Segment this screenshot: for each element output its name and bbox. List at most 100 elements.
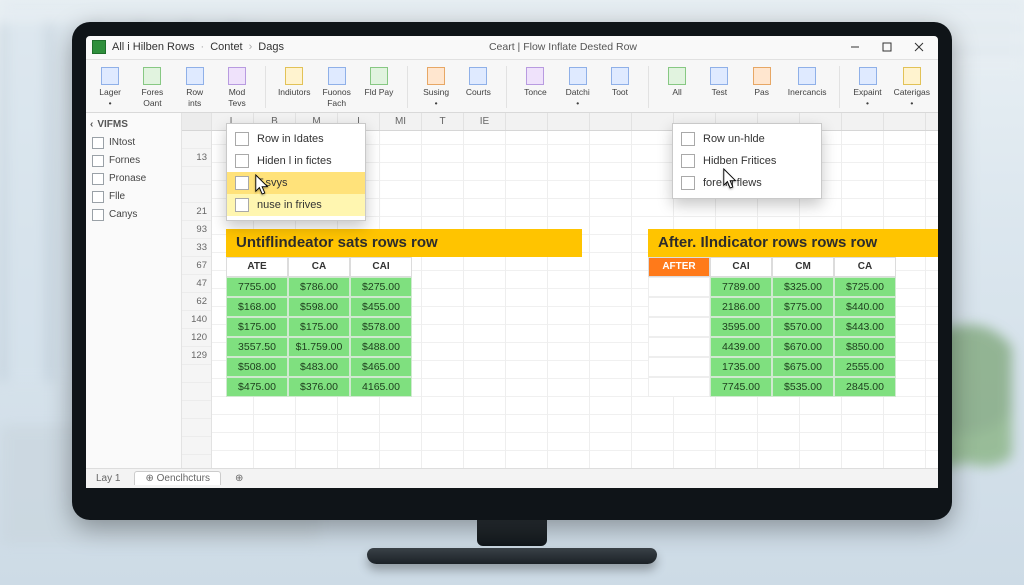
table-cell[interactable] bbox=[648, 317, 710, 337]
row-header[interactable]: 93 bbox=[182, 221, 211, 239]
table-cell[interactable]: $175.00 bbox=[288, 317, 350, 337]
column-header[interactable] bbox=[842, 113, 884, 130]
table-cell[interactable]: $168.00 bbox=[226, 297, 288, 317]
table-cell[interactable]: 4165.00 bbox=[350, 377, 412, 397]
ribbon-button[interactable]: Fuonos Fach bbox=[321, 66, 353, 108]
row-header[interactable] bbox=[182, 167, 211, 185]
side-panel-item[interactable]: Flle bbox=[90, 188, 177, 206]
table-cell[interactable]: $675.00 bbox=[772, 357, 834, 377]
table-cell[interactable]: $670.00 bbox=[772, 337, 834, 357]
ribbon-button[interactable]: Fld Pay bbox=[363, 66, 395, 99]
menu-item[interactable]: fore in flews bbox=[673, 172, 821, 194]
context-menu-left[interactable]: Row in IdatesHiden l in fictesF.svysnuse… bbox=[226, 123, 366, 221]
row-header[interactable]: 129 bbox=[182, 347, 211, 365]
ribbon-button[interactable]: Caterigas • bbox=[894, 66, 930, 108]
table-cell[interactable]: $725.00 bbox=[834, 277, 896, 297]
minimize-button[interactable] bbox=[842, 38, 868, 56]
ribbon-button[interactable]: Indiutors bbox=[278, 66, 311, 99]
column-header[interactable] bbox=[884, 113, 926, 130]
ribbon-button[interactable]: Courts bbox=[462, 66, 494, 99]
table-cell[interactable]: $465.00 bbox=[350, 357, 412, 377]
menu-item[interactable]: F.svys bbox=[227, 172, 365, 194]
ribbon-button[interactable]: Tonce bbox=[519, 66, 551, 99]
row-header[interactable]: 21 bbox=[182, 203, 211, 221]
table-cell[interactable] bbox=[648, 357, 710, 377]
spreadsheet[interactable]: LBMIMITIE 13219333674762140120129 Untifl… bbox=[182, 113, 938, 468]
table-cell[interactable]: 3595.00 bbox=[710, 317, 772, 337]
ribbon-button[interactable]: Inercancis bbox=[788, 66, 827, 99]
row-header[interactable] bbox=[182, 131, 211, 149]
ribbon-button[interactable]: Expaint • bbox=[851, 66, 883, 108]
column-header[interactable] bbox=[548, 113, 590, 130]
table-cell[interactable]: $508.00 bbox=[226, 357, 288, 377]
row-header[interactable]: 62 bbox=[182, 293, 211, 311]
table-cell[interactable]: 3557.50 bbox=[226, 337, 288, 357]
table-cell[interactable] bbox=[648, 337, 710, 357]
ribbon-button[interactable]: All bbox=[661, 66, 693, 99]
row-header[interactable]: 120 bbox=[182, 329, 211, 347]
table-cell[interactable]: $850.00 bbox=[834, 337, 896, 357]
table-cell[interactable]: 4439.00 bbox=[710, 337, 772, 357]
table-cell[interactable] bbox=[648, 377, 710, 397]
table-cell[interactable] bbox=[648, 297, 710, 317]
column-header[interactable]: MI bbox=[380, 113, 422, 130]
ribbon-button[interactable]: Test bbox=[703, 66, 735, 99]
table-cell[interactable]: 7789.00 bbox=[710, 277, 772, 297]
table-cell[interactable]: $578.00 bbox=[350, 317, 412, 337]
ribbon-button[interactable]: Fores Oant bbox=[136, 66, 168, 108]
ribbon-button[interactable]: Row ints bbox=[179, 66, 211, 108]
table-cell[interactable]: $175.00 bbox=[226, 317, 288, 337]
table-cell[interactable]: $483.00 bbox=[288, 357, 350, 377]
add-sheet-button[interactable]: ⊕ bbox=[235, 473, 243, 484]
column-header[interactable]: T bbox=[422, 113, 464, 130]
menu-item[interactable]: nuse in frives bbox=[227, 194, 365, 216]
close-button[interactable] bbox=[906, 38, 932, 56]
menu-item[interactable]: Hidben Fritices bbox=[673, 150, 821, 172]
table-cell[interactable]: $786.00 bbox=[288, 277, 350, 297]
ribbon-button[interactable]: Mod Tevs bbox=[221, 66, 253, 108]
side-panel-item[interactable]: Canys bbox=[90, 206, 177, 224]
table-cell[interactable]: 1735.00 bbox=[710, 357, 772, 377]
table-cell[interactable]: $488.00 bbox=[350, 337, 412, 357]
ribbon-button[interactable]: Datchi • bbox=[562, 66, 594, 108]
context-menu-right[interactable]: Row un-hldeHidben Friticesfore in flews bbox=[672, 123, 822, 199]
row-header[interactable]: 140 bbox=[182, 311, 211, 329]
menu-item[interactable]: Row un-hlde bbox=[673, 128, 821, 150]
table-cell[interactable]: $376.00 bbox=[288, 377, 350, 397]
side-panel-item[interactable]: INtost bbox=[90, 134, 177, 152]
menu-item[interactable]: Hiden l in fictes bbox=[227, 150, 365, 172]
sheet-tab[interactable]: ⊕ Oenclhcturs bbox=[134, 471, 221, 485]
maximize-button[interactable] bbox=[874, 38, 900, 56]
select-all-corner[interactable] bbox=[182, 113, 212, 130]
table-cell[interactable]: $275.00 bbox=[350, 277, 412, 297]
table-cell[interactable]: $775.00 bbox=[772, 297, 834, 317]
table-cell[interactable]: $443.00 bbox=[834, 317, 896, 337]
table-cell[interactable]: 2845.00 bbox=[834, 377, 896, 397]
column-header[interactable]: IE bbox=[464, 113, 506, 130]
table-cell[interactable]: $535.00 bbox=[772, 377, 834, 397]
ribbon-button[interactable]: Susing • bbox=[420, 66, 452, 108]
ribbon-button[interactable]: Toot bbox=[604, 66, 636, 99]
ribbon-button[interactable]: Pas bbox=[746, 66, 778, 99]
table-cell[interactable]: $598.00 bbox=[288, 297, 350, 317]
row-header[interactable]: 67 bbox=[182, 257, 211, 275]
column-header[interactable] bbox=[506, 113, 548, 130]
table-cell[interactable]: $325.00 bbox=[772, 277, 834, 297]
menu-item[interactable]: Row in Idates bbox=[227, 128, 365, 150]
table-cell[interactable]: 2186.00 bbox=[710, 297, 772, 317]
row-header[interactable]: 33 bbox=[182, 239, 211, 257]
table-cell[interactable]: 7745.00 bbox=[710, 377, 772, 397]
side-panel-item[interactable]: Pronase bbox=[90, 170, 177, 188]
table-cell[interactable]: 2555.00 bbox=[834, 357, 896, 377]
column-header[interactable] bbox=[926, 113, 938, 130]
row-header[interactable]: 13 bbox=[182, 149, 211, 167]
side-panel-item[interactable]: Fornes bbox=[90, 152, 177, 170]
table-cell[interactable] bbox=[648, 277, 710, 297]
table-cell[interactable]: $440.00 bbox=[834, 297, 896, 317]
table-cell[interactable]: $475.00 bbox=[226, 377, 288, 397]
table-cell[interactable]: $570.00 bbox=[772, 317, 834, 337]
row-header[interactable]: 47 bbox=[182, 275, 211, 293]
column-header[interactable] bbox=[632, 113, 674, 130]
table-cell[interactable]: 7755.00 bbox=[226, 277, 288, 297]
table-cell[interactable]: $455.00 bbox=[350, 297, 412, 317]
